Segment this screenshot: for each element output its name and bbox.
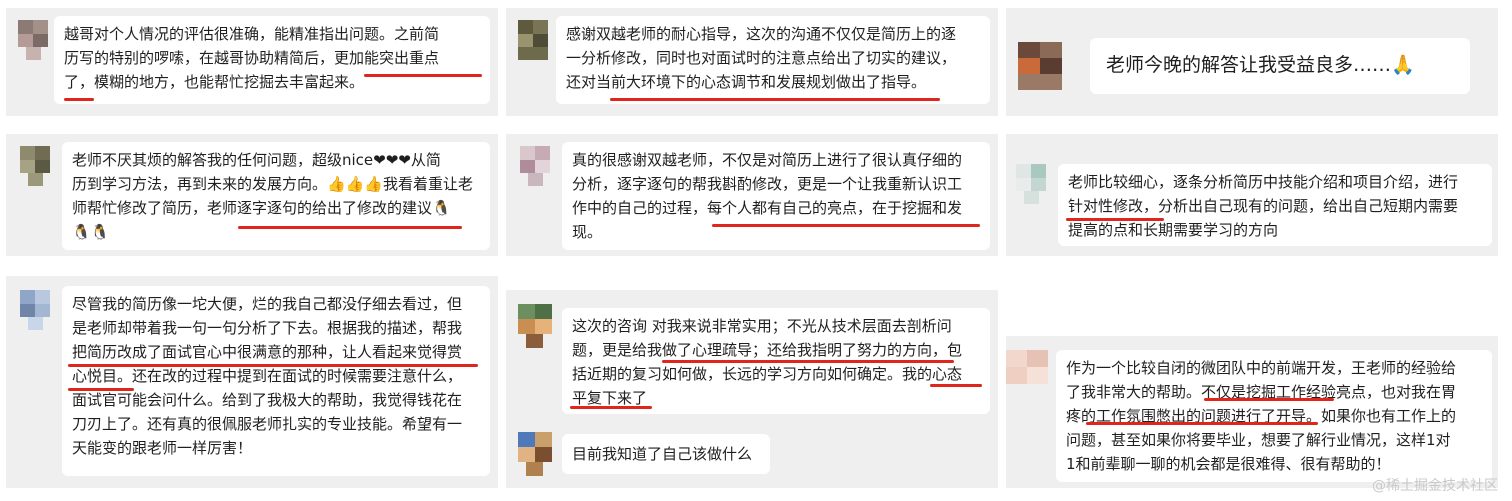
highlight-underline [64, 98, 94, 101]
testimonial-panel-6: 老师比较细心，逐条分析简历中技能介绍和项目介绍，进行 针对性修改，分析出自己现有… [1006, 134, 1498, 256]
testimonial-panel-1: 越哥对个人情况的评估很准确，能精准指出问题。之前简 历写的特别的啰嗦，在越哥协助… [6, 8, 498, 116]
message-line: 老师比较细心，逐条分析简历中技能介绍和项目介绍，进行 [1068, 173, 1459, 191]
watermark: @稀土掘金技术社区 [1372, 478, 1498, 494]
message-line: 历到学习方法，再到未来的发展方向。👍👍👍我看着重让老 [72, 175, 474, 193]
highlight-underline [1086, 422, 1318, 425]
message-line: 刀刃上了。还有真的很佩服老师扎实的专业技能。希望有一 [72, 415, 463, 433]
testimonial-panel-7: 尽管我的简历像一坨大便，烂的我自己都没仔细去看过，但 是老师却带着我一句一句分析… [6, 276, 498, 488]
message-bubble: 老师比较细心，逐条分析简历中技能介绍和项目介绍，进行 针对性修改，分析出自己现有… [1058, 164, 1492, 246]
message-line: 是老师却带着我一句一句分析了下去。根据我的描述，帮我 [72, 319, 463, 337]
message-bubble: 老师今晚的解答让我受益良多……🙏 [1090, 38, 1470, 94]
highlight-underline [68, 364, 478, 367]
avatar [1006, 350, 1048, 384]
highlight-underline [712, 224, 980, 227]
message-line: 问题，甚至如果你将要毕业，想要了解行业情况，这样1对 [1066, 431, 1451, 449]
testimonial-panel-9: 作为一个比较自闭的微团队中的前端开发，王老师的经验给 了我非常大的帮助。不仅是挖… [1006, 336, 1498, 488]
highlight-underline [610, 98, 940, 101]
message-line: 分析，逐字逐句的帮我斟酌修改，更是一个让我重新认识工 [572, 175, 963, 193]
highlight-underline [570, 406, 652, 409]
message-bubble: 老师不厌其烦的解答我的任何问题，超级nice❤❤❤从简 历到学习方法，再到未来的… [62, 142, 490, 250]
avatar [1018, 42, 1062, 90]
message-line: 作为一个比较自闭的微团队中的前端开发，王老师的经验给 [1066, 359, 1457, 377]
message-line: 心悦目。还在改的过程中提到在面试的时候需要注意什么， [72, 367, 463, 385]
message-line: 作中的自己的过程，每个人都有自己的亮点，在于挖掘和发 [572, 199, 963, 217]
message-line: 师帮忙修改了简历，老师逐字逐句的给出了修改的建议🐧 [72, 199, 451, 217]
highlight-underline [930, 384, 982, 387]
message-bubble: 越哥对个人情况的评估很准确，能精准指出问题。之前简 历写的特别的啰嗦，在越哥协助… [54, 16, 490, 104]
avatar [18, 20, 48, 60]
avatar [1016, 164, 1046, 204]
message-line: 把简历改成了面试官心中很满意的那种，让人看起来觉得赏 [72, 343, 463, 361]
avatar [518, 304, 552, 348]
message-line: 针对性修改，分析出自己现有的问题，给出自己短期内需要 [1068, 197, 1459, 215]
message-line: 越哥对个人情况的评估很准确，能精准指出问题。之前简 [64, 25, 440, 43]
message-bubble: 尽管我的简历像一坨大便，烂的我自己都没仔细去看过，但 是老师却带着我一句一句分析… [62, 286, 490, 476]
avatar [20, 146, 50, 186]
testimonial-panel-2: 感谢双越老师的耐心指导，这次的沟通不仅仅是简历上的逐 一分析修改，同时也对面试时… [506, 8, 998, 116]
message-line: 感谢双越老师的耐心指导，这次的沟通不仅仅是简历上的逐 [566, 25, 957, 43]
message-line: 面试官可能会问什么。给到了我极大的帮助，我觉得钱花在 [72, 391, 463, 409]
message-bubble: 目前我知道了自己该做什么 [562, 434, 770, 474]
message-line: 老师不厌其烦的解答我的任何问题，超级nice❤❤❤从简 [72, 151, 441, 169]
message-line: 真的很感谢双越老师，不仅是对简历上进行了很认真仔细的 [572, 151, 963, 169]
message-line: 天能变的跟老师一样厉害！ [72, 439, 253, 457]
message-line: 目前我知道了自己该做什么 [572, 445, 753, 463]
testimonial-panel-4: 老师不厌其烦的解答我的任何问题，超级nice❤❤❤从简 历到学习方法，再到未来的… [6, 134, 498, 256]
highlight-underline [662, 360, 954, 363]
highlight-underline [364, 74, 482, 77]
message-bubble: 作为一个比较自闭的微团队中的前端开发，王老师的经验给 了我非常大的帮助。不仅是挖… [1056, 350, 1492, 482]
message-line: 括近期的复习如何做，长远的学习方向如何确定。我的心态 [572, 365, 963, 383]
avatar [520, 146, 550, 186]
message-line: 尽管我的简历像一坨大便，烂的我自己都没仔细去看过，但 [72, 295, 463, 313]
message-line: 1和前辈聊一聊的机会都是很难得、很有帮助的！ [1066, 455, 1391, 473]
message-line: 历写的特别的啰嗦，在越哥协助精简后，更加能突出重点 [64, 49, 440, 67]
message-bubble: 真的很感谢双越老师，不仅是对简历上进行了很认真仔细的 分析，逐字逐句的帮我斟酌修… [562, 142, 990, 250]
avatar [518, 432, 552, 476]
highlight-underline [1204, 398, 1334, 401]
message-bubble: 感谢双越老师的耐心指导，这次的沟通不仅仅是简历上的逐 一分析修改，同时也对面试时… [556, 16, 990, 104]
message-line: 题，更是给我做了心理疏导；还给我指明了努力的方向，包 [572, 341, 963, 359]
highlight-underline [238, 226, 462, 229]
highlight-underline [68, 388, 134, 391]
message-line: 提高的点和长期需要学习的方向 [1068, 221, 1279, 239]
avatar [20, 290, 50, 330]
highlight-underline [1066, 218, 1164, 221]
message-line: 这次的咨询 对我来说非常实用；不光从技术层面去剖析问 [572, 317, 952, 335]
testimonial-panel-5: 真的很感谢双越老师，不仅是对简历上进行了很认真仔细的 分析，逐字逐句的帮我斟酌修… [506, 134, 998, 256]
message-line: 🐧🐧 [72, 223, 110, 241]
testimonial-panel-8: 这次的咨询 对我来说非常实用；不光从技术层面去剖析问 题，更是给我做了心理疏导；… [506, 290, 998, 488]
message-line: 一分析修改，同时也对面试时的注意点给出了切实的建议， [566, 49, 957, 67]
message-line: 还对当前大环境下的心态调节和发展规划做出了指导。 [566, 73, 927, 91]
message-line: 老师今晚的解答让我受益良多……🙏 [1106, 54, 1415, 76]
testimonial-panel-3: 老师今晚的解答让我受益良多……🙏 [1006, 8, 1498, 116]
avatar [518, 20, 548, 60]
